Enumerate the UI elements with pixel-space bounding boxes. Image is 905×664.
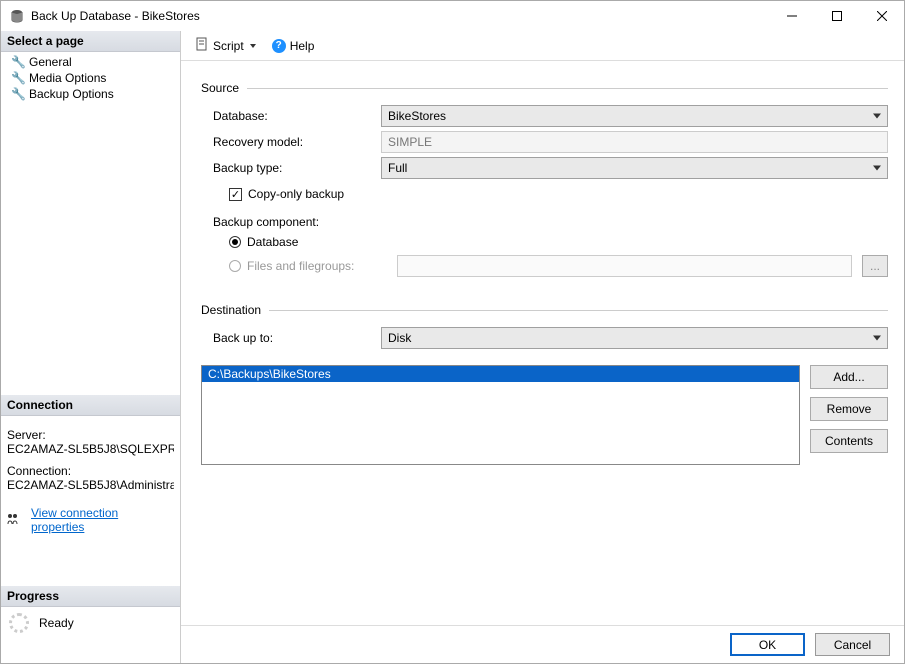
help-button[interactable]: ? Help [266,37,321,55]
script-icon [195,37,209,54]
page-label: General [29,55,72,69]
backup-to-select[interactable]: Disk [381,327,888,349]
minimize-button[interactable] [769,1,814,31]
wrench-icon: 🔧 [11,71,25,85]
contents-button[interactable]: Contents [810,429,888,453]
page-label: Backup Options [29,87,114,101]
server-value: EC2AMAZ-SL5B5J8\SQLEXPRESS [7,442,174,456]
files-browse-button: ... [862,255,888,277]
main-toolbar: Script ? Help [181,31,904,61]
close-button[interactable] [859,1,904,31]
destination-group: Destination [201,303,888,317]
recovery-model-field: SIMPLE [381,131,888,153]
backup-dialog: Back Up Database - BikeStores Select a p… [0,0,905,664]
database-value: BikeStores [388,109,446,123]
copy-only-label: Copy-only backup [248,187,344,201]
database-label: Database: [201,109,381,123]
help-label: Help [290,39,315,53]
maximize-button[interactable] [814,1,859,31]
ok-button[interactable]: OK [730,633,805,656]
backup-component-label: Backup component: [201,215,381,229]
source-group-label: Source [201,81,239,95]
component-database-label: Database [247,235,298,249]
destination-list-item[interactable]: C:\Backups\BikeStores [202,366,799,382]
help-icon: ? [272,39,286,53]
add-button[interactable]: Add... [810,365,888,389]
chevron-down-icon [250,44,256,48]
recovery-model-value: SIMPLE [388,135,432,149]
sidebar-item-general[interactable]: 🔧 General [1,54,180,70]
progress-status: Ready [39,616,74,630]
connection-value: EC2AMAZ-SL5B5J8\Administrator [7,478,174,492]
files-filegroups-field [397,255,852,277]
radio-icon [229,260,241,272]
sidebar-item-backup-options[interactable]: 🔧 Backup Options [1,86,180,102]
backup-type-label: Backup type: [201,161,381,175]
wrench-icon: 🔧 [11,87,25,101]
radio-icon [229,236,241,248]
view-connection-properties-link[interactable]: View connection properties [31,506,174,534]
cancel-button[interactable]: Cancel [815,633,890,656]
script-label: Script [213,39,244,53]
server-label: Server: [7,428,174,442]
connection-properties-icon [7,513,21,528]
wrench-icon: 🔧 [11,55,25,69]
component-files-radio: Files and filegroups: ... [201,255,888,277]
progress-body: Ready [1,607,180,663]
window-title: Back Up Database - BikeStores [31,9,769,23]
window-buttons [769,1,904,31]
recovery-model-label: Recovery model: [201,135,381,149]
connection-header: Connection [1,395,180,416]
backup-to-label: Back up to: [201,331,381,345]
checkbox-icon: ✓ [229,188,242,201]
backup-type-select[interactable]: Full [381,157,888,179]
source-group: Source [201,81,888,95]
page-label: Media Options [29,71,106,85]
destination-list[interactable]: C:\Backups\BikeStores [201,365,800,465]
content: Source Database: BikeStores Recovery mod… [181,61,904,625]
sidebar: Select a page 🔧 General 🔧 Media Options … [1,31,181,663]
titlebar: Back Up Database - BikeStores [1,1,904,31]
database-select[interactable]: BikeStores [381,105,888,127]
select-page-header: Select a page [1,31,180,52]
remove-button[interactable]: Remove [810,397,888,421]
script-button[interactable]: Script [189,35,262,56]
backup-type-value: Full [388,161,407,175]
connection-label: Connection: [7,464,174,478]
database-icon [9,8,25,24]
progress-header: Progress [1,586,180,607]
backup-to-value: Disk [388,331,411,345]
sidebar-item-media-options[interactable]: 🔧 Media Options [1,70,180,86]
progress-spinner-icon [9,613,29,633]
component-database-radio[interactable]: Database [201,235,888,249]
connection-info: Server: EC2AMAZ-SL5B5J8\SQLEXPRESS Conne… [1,416,180,504]
destination-group-label: Destination [201,303,261,317]
main-panel: Script ? Help Source Database: [181,31,904,663]
page-list: 🔧 General 🔧 Media Options 🔧 Backup Optio… [1,52,180,112]
copy-only-checkbox[interactable]: ✓ Copy-only backup [201,187,888,201]
component-files-label: Files and filegroups: [247,259,397,273]
footer: OK Cancel [181,625,904,663]
